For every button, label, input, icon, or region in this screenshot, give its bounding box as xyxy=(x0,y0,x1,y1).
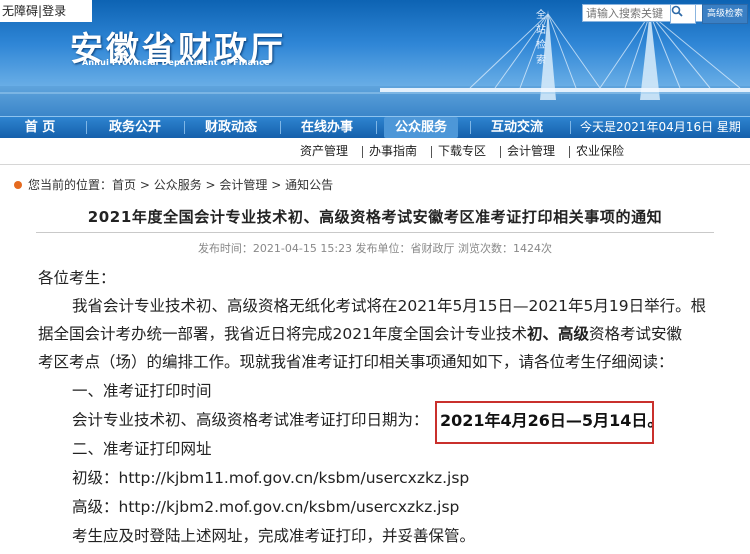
search-label: 全站检索 xyxy=(536,10,546,66)
main-nav: 首 页 政务公开 财政动态 在线办事 公众服务 互动交流 今天是2021年04月… xyxy=(0,116,750,155)
breadcrumb-label: 您当前的位置： xyxy=(28,178,113,192)
subnav-asset-management[interactable]: 资产管理 xyxy=(300,138,348,165)
paragraph-line: 我省会计专业技术初、高级资格无纸化考试将在2021年5月15日—2021年5月1… xyxy=(72,297,707,315)
paragraph-line: 据全国会计考办统一部署，我省近日将完成2021年度全国会计专业技术初、高级资格考… xyxy=(38,325,682,343)
section-heading: 二、准考证打印网址 xyxy=(72,440,212,458)
senior-url[interactable]: 高级：http://kjbm2.mof.gov.cn/ksbm/usercxzk… xyxy=(72,495,459,517)
closing-line: 考生应及时登陆上述网址，完成准考证打印，并妥善保管。 xyxy=(72,527,476,545)
section-heading: 一、准考证打印时间 xyxy=(72,382,212,400)
login-link[interactable]: 登录 xyxy=(42,4,66,18)
breadcrumb-accounting[interactable]: 会计管理 xyxy=(219,178,267,192)
article-meta: 发布时间：2021-04-15 15:23 发布单位：省财政厅 浏览次数：142… xyxy=(197,242,553,255)
print-date-label: 会计专业技术初、高级资格考试准考证打印日期为： xyxy=(72,411,429,429)
paragraph-line: 考区考点（场）的编排工作。现就我省准考证打印相关事项通知如下，请各位考生仔细阅读… xyxy=(38,353,674,371)
breadcrumb-notices[interactable]: 通知公告 xyxy=(285,178,333,192)
nav-home[interactable]: 首 页 xyxy=(10,117,70,138)
salutation: 各位考生： xyxy=(38,269,116,287)
nav-gov-affairs[interactable]: 政务公开 xyxy=(98,117,172,138)
article-title: 2021年度全国会计专业技术初、高级资格考试安徽考区准考证打印相关事项的通知 xyxy=(87,208,663,226)
site-title-en: Anhui Provincial Department of Finance xyxy=(82,58,270,67)
nav-interaction[interactable]: 互动交流 xyxy=(480,117,554,138)
title-divider xyxy=(36,232,714,233)
accessibility-link[interactable]: 无障碍 xyxy=(2,4,38,18)
breadcrumb: 您当前的位置：首页 > 公众服务 > 会计管理 > 通知公告 xyxy=(14,176,333,194)
subnav-guide[interactable]: 办事指南 xyxy=(369,138,417,165)
breadcrumb-bullet-icon xyxy=(14,181,22,189)
subnav-agri-insurance[interactable]: 农业保险 xyxy=(576,138,624,165)
sub-nav: 资产管理 办事指南 下载专区 会计管理 农业保险 xyxy=(0,138,750,165)
subnav-accounting[interactable]: 会计管理 xyxy=(507,138,555,165)
highlight-box xyxy=(435,401,654,444)
search-button[interactable] xyxy=(670,4,696,24)
top-links: 无障碍|登录 xyxy=(0,0,92,22)
breadcrumb-public-services[interactable]: 公众服务 xyxy=(154,178,202,192)
nav-public-services[interactable]: 公众服务 xyxy=(384,117,458,138)
nav-finance-news[interactable]: 财政动态 xyxy=(194,117,268,138)
header-banner: 安徽省财政厅 Anhui Provincial Department of Fi… xyxy=(0,0,750,116)
advanced-search-button[interactable]: 高级检索 xyxy=(702,4,748,24)
subnav-downloads[interactable]: 下载专区 xyxy=(438,138,486,165)
search-icon xyxy=(671,5,683,17)
junior-url[interactable]: 初级：http://kjbm11.mof.gov.cn/ksbm/usercxz… xyxy=(72,466,469,488)
nav-online-services[interactable]: 在线办事 xyxy=(290,117,364,138)
breadcrumb-home[interactable]: 首页 xyxy=(112,178,136,192)
